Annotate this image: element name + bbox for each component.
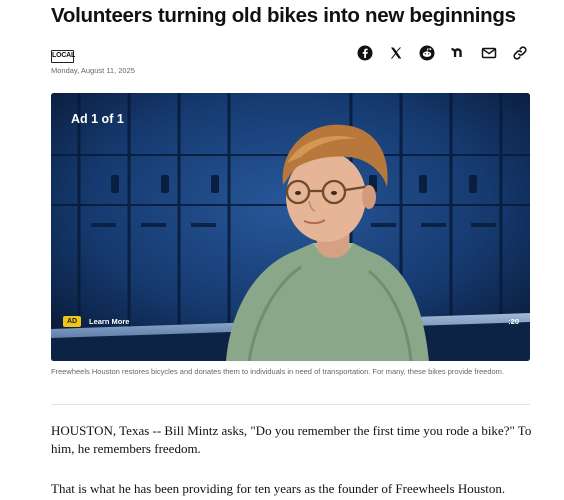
ad-counter: Ad 1 of 1 — [71, 112, 124, 126]
divider — [51, 404, 530, 405]
video-player[interactable]: Ad 1 of 1 AD Learn More :20 — [51, 93, 530, 361]
x-icon[interactable] — [388, 45, 404, 61]
article-paragraph: HOUSTON, Texas -- Bill Mintz asks, "Do y… — [51, 423, 532, 456]
nextdoor-icon[interactable] — [450, 45, 466, 61]
article-date: Monday, August 11, 2025 — [51, 66, 135, 75]
video-caption: Freewheels Houston restores bicycles and… — [51, 367, 505, 376]
link-icon[interactable] — [512, 45, 528, 61]
ad-duration: :20 — [508, 317, 519, 326]
email-icon[interactable] — [481, 45, 497, 61]
reddit-icon[interactable] — [419, 45, 435, 61]
article-paragraph: That is what he has been providing for t… — [51, 481, 506, 496]
article-headline: Volunteers turning old bikes into new be… — [51, 4, 516, 27]
ad-badge: AD — [63, 316, 82, 327]
share-bar — [357, 45, 528, 61]
facebook-icon[interactable] — [357, 45, 373, 61]
byline: LOCAL Monday, August 11, 2025 — [51, 50, 135, 75]
source-logo[interactable]: LOCAL — [51, 50, 75, 63]
learn-more-link[interactable]: Learn More — [89, 316, 129, 327]
